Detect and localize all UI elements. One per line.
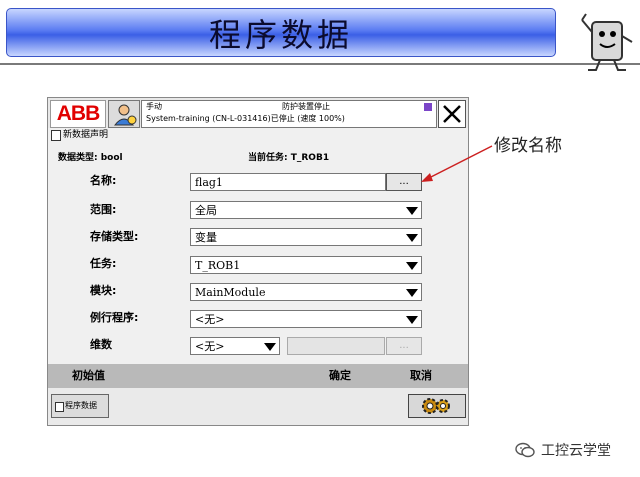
system-name: System-training (CN-L-031416) [146,114,271,123]
user-button[interactable] [108,100,140,128]
watermark: 工控云学堂 [515,440,611,460]
data-type-label: 数据类型: bool [58,153,123,163]
current-task-label: 当前任务: T_ROB1 [248,153,330,163]
mascot-icon [581,13,633,71]
close-icon [443,105,461,123]
routine-label: 例行程序: [90,311,139,324]
initial-value-button[interactable]: 初始值 [72,364,105,388]
taskbar: 程序数据 [48,388,468,425]
name-field[interactable]: flag1 [190,173,386,191]
header-rule [0,63,640,65]
module-label: 模块: [90,284,117,297]
scope-label: 范围: [90,203,117,216]
abb-logo[interactable]: ABB [50,100,106,128]
wechat-icon [515,442,535,458]
status-bar[interactable]: 手动 防护装置停止 System-training (CN-L-031416)已… [141,100,437,128]
storage-type-value: 变量 [195,231,217,244]
command-bar: 初始值 确定 取消 [48,364,468,388]
task-dropdown[interactable]: T_ROB1 [190,256,422,274]
close-button[interactable] [438,100,466,128]
watermark-text: 工控云学堂 [541,443,611,459]
task-label: 任务: [90,257,117,270]
task-value: T_ROB1 [195,259,241,272]
program-data-task-button[interactable]: 程序数据 [51,394,109,418]
dimension-size-field [287,337,385,355]
data-icon [55,402,64,412]
info-row: 数据类型: bool 当前任务: T_ROB1 [48,150,468,164]
slide-title-banner: 程序数据 [6,8,556,57]
ok-button[interactable]: 确定 [329,364,351,388]
teach-pendant-screen: ABB 手动 防护装置停止 System-training (CN-L-0314… [47,97,469,426]
chevron-down-icon [406,316,418,324]
abb-logo-text: ABB [56,102,100,125]
state-line: 已停止 (速度 100%) [270,114,345,123]
status-indicator-icon [424,103,432,111]
chevron-down-icon [406,234,418,242]
dialog-header: 新数据声明 [48,128,468,142]
dimension-value: <无> [195,340,225,353]
module-value: MainModule [195,286,266,299]
cancel-button[interactable]: 取消 [410,364,432,388]
motor-state-label: 防护装置停止 [282,102,330,111]
user-icon [113,104,137,126]
status-line: System-training (CN-L-031416)已停止 (速度 100… [146,113,345,125]
scope-dropdown[interactable]: 全局 [190,201,422,219]
name-label: 名称: [90,174,117,187]
chevron-down-icon [264,343,276,351]
pendant-topbar: ABB 手动 防护装置停止 System-training (CN-L-0314… [48,98,468,128]
dimension-dropdown[interactable]: <无> [190,337,280,355]
storage-type-label: 存储类型: [90,230,139,243]
scope-value: 全局 [195,204,217,217]
slide-title: 程序数据 [208,15,353,54]
module-dropdown[interactable]: MainModule [190,283,422,301]
data-icon [51,130,61,141]
name-edit-button[interactable]: ... [386,173,422,191]
dialog-title: 新数据声明 [63,130,109,140]
quickset-button[interactable] [408,394,466,418]
storage-type-dropdown[interactable]: 变量 [190,228,422,246]
chevron-down-icon [406,262,418,270]
chevron-down-icon [406,289,418,297]
dimension-edit-button[interactable]: ... [386,337,422,355]
routine-value: <无> [195,313,225,326]
gears-icon [422,398,450,414]
chevron-down-icon [406,207,418,215]
annotation-label: 修改名称 [494,136,562,156]
program-data-task-label: 程序数据 [65,401,97,410]
dimension-label: 维数 [90,338,112,351]
mode-label: 手动 [146,102,162,111]
routine-dropdown[interactable]: <无> [190,310,422,328]
